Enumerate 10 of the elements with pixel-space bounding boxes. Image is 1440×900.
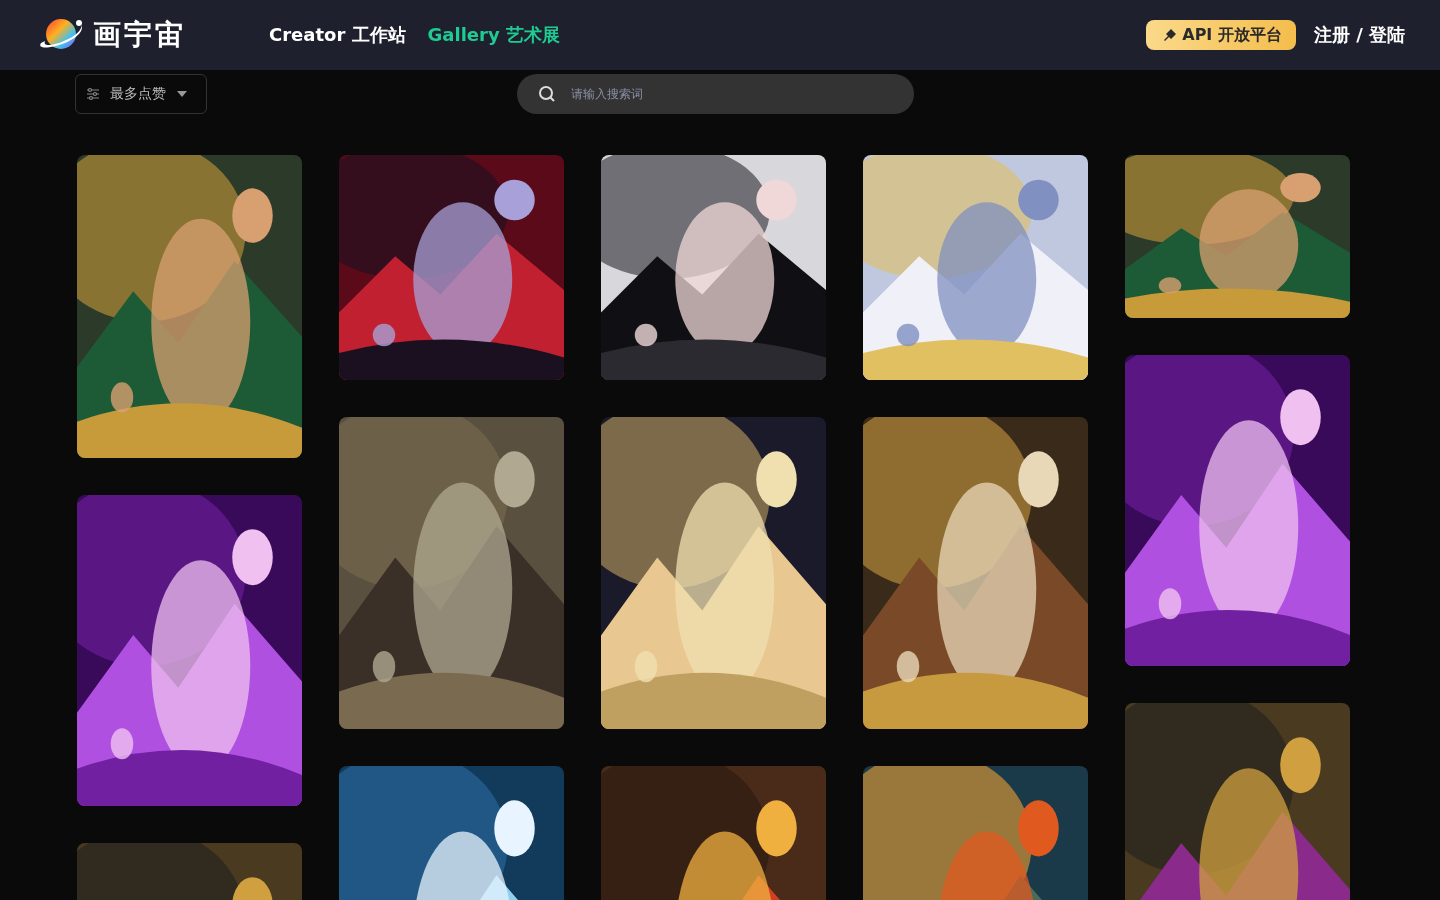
sort-dropdown[interactable]: 最多点赞 [75, 74, 207, 114]
api-button[interactable]: API 开放平台 [1146, 20, 1296, 50]
filter-icon [86, 87, 100, 101]
caret-icon [176, 90, 188, 98]
search-field[interactable]: 请输入搜索词 [517, 74, 914, 114]
plug-icon [1162, 27, 1179, 43]
nav-link[interactable]: Gallery 艺术展 [427, 23, 560, 47]
nav-link[interactable]: Creator 工作站 [269, 23, 406, 47]
login-link[interactable]: 注册 / 登陆 [1313, 23, 1405, 47]
logo-text: 画宇宙 [93, 17, 186, 53]
